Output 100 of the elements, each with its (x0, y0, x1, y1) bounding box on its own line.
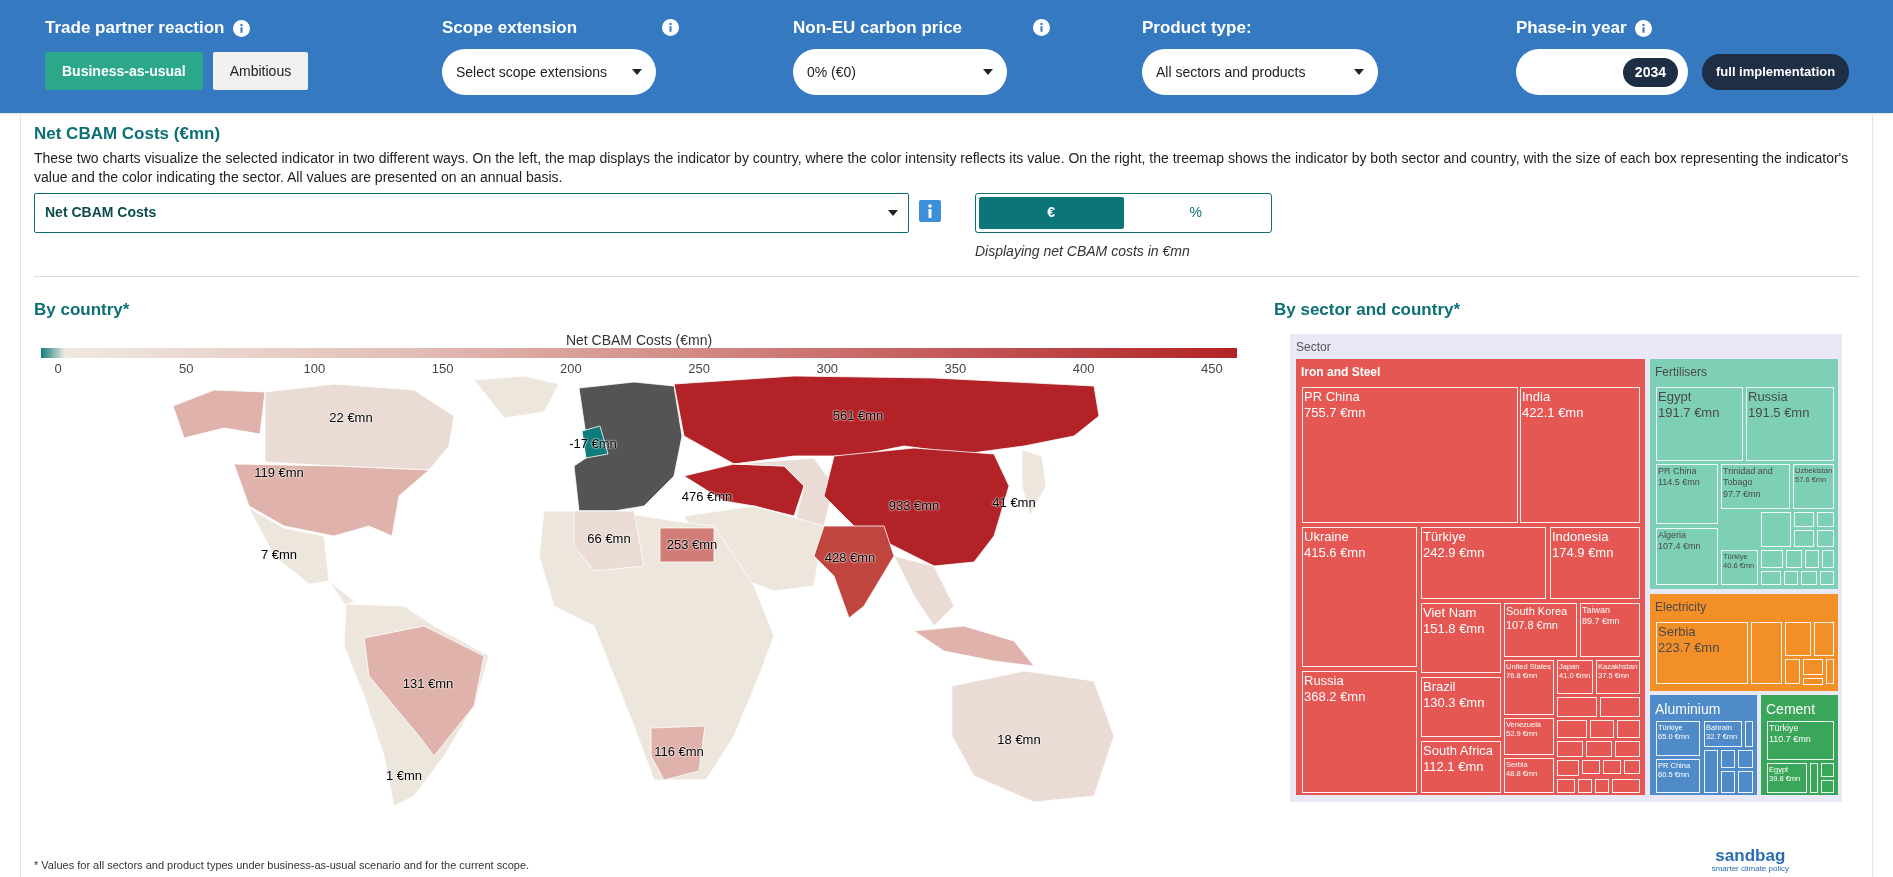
treemap-cell[interactable] (1785, 622, 1811, 656)
treemap-cell[interactable] (1814, 622, 1834, 656)
dropdown[interactable]: Select scope extensions (442, 49, 656, 95)
control-label: Scope extension (442, 17, 578, 40)
treemap-cell[interactable] (1803, 678, 1823, 685)
country-label: Russia (1748, 389, 1788, 406)
treemap-cell[interactable] (1586, 741, 1612, 757)
treemap-cell[interactable]: Türkiye 110.7 €mn (1767, 721, 1834, 760)
info-button[interactable] (919, 199, 941, 222)
treemap-cell[interactable] (1820, 571, 1834, 585)
country-label: Serbia (1658, 624, 1696, 641)
treemap-cell[interactable]: Russia 191.5 €mn (1746, 387, 1834, 461)
country-label: Algeria (1658, 530, 1686, 542)
full-implementation-button[interactable]: full implementation (1702, 54, 1850, 90)
treemap-cell[interactable]: South Korea 107.8 €mn (1504, 603, 1577, 657)
treemap-cell[interactable] (1817, 512, 1834, 527)
treemap-cell[interactable] (1557, 720, 1587, 738)
treemap-sector[interactable]: Electricity Serbia 223.7 €mn (1650, 594, 1838, 691)
treemap-cell[interactable]: India 422.1 €mn (1520, 387, 1640, 523)
treemap-cell[interactable] (1821, 780, 1834, 793)
treemap-cell[interactable]: Türkiye 242.9 €mn (1421, 527, 1546, 599)
legend-tick: 100 (303, 360, 326, 378)
treemap-cell[interactable] (1784, 571, 1798, 585)
treemap-cell[interactable] (1615, 741, 1640, 757)
treemap-cell[interactable] (1557, 741, 1583, 757)
treemap-cell[interactable] (1761, 550, 1783, 568)
treemap-cell[interactable] (1704, 750, 1718, 793)
treemap-cell[interactable]: Taiwan 89.7 €mn (1580, 603, 1640, 657)
treemap-cell[interactable] (1805, 550, 1819, 568)
logo-tagline: smarter climate policy (1711, 864, 1789, 873)
treemap-cell[interactable] (1803, 659, 1823, 675)
map-value-label: 116 €mn (654, 743, 704, 762)
treemap-cell[interactable] (1578, 779, 1592, 793)
info-icon[interactable] (1634, 19, 1652, 37)
info-icon[interactable] (662, 19, 679, 36)
treemap-cell[interactable]: PR China 755.7 €mn (1302, 387, 1518, 523)
treemap-cell[interactable] (1761, 512, 1791, 547)
treemap-cell[interactable] (1794, 512, 1814, 527)
treemap-cell[interactable]: Egypt 191.7 €mn (1656, 387, 1743, 461)
treemap-cell[interactable]: Viet Nam 151.8 €mn (1421, 603, 1501, 673)
treemap-cell[interactable] (1590, 720, 1614, 738)
treemap-cell[interactable]: Trinidad and Tobago 97.7 €mn (1721, 464, 1790, 509)
treemap-cell[interactable] (1822, 550, 1834, 568)
treemap-cell[interactable] (1751, 622, 1782, 684)
treemap-cell[interactable] (1557, 760, 1579, 776)
value-label: 107.4 €mn (1658, 541, 1701, 553)
treemap-cell[interactable] (1617, 720, 1640, 738)
legend-tick: 400 (1072, 360, 1095, 378)
treemap-cell[interactable] (1738, 771, 1753, 793)
indicator-dropdown[interactable]: Net CBAM Costs (34, 192, 909, 233)
treemap-cell[interactable] (1582, 760, 1600, 774)
treemap-cell[interactable] (1785, 659, 1800, 684)
treemap-cell[interactable] (1761, 571, 1781, 585)
treemap-cell[interactable]: Russia 368.2 €mn (1302, 671, 1417, 793)
year-field[interactable]: 2034 (1516, 49, 1688, 95)
treemap-cell[interactable]: PR China 114.5 €mn (1656, 464, 1718, 524)
map-value-label: 7 €mn (260, 546, 298, 565)
country-label: PR China (1658, 466, 1697, 478)
treemap-cell[interactable] (1557, 697, 1597, 717)
treemap-cell[interactable]: Indonesia 174.9 €mn (1550, 527, 1640, 599)
treemap-cell[interactable] (1612, 779, 1640, 793)
dropdown[interactable]: 0% (€0) (793, 49, 1007, 95)
treemap-cell[interactable] (1595, 779, 1609, 793)
treemap-sector[interactable] (1296, 359, 1645, 795)
treemap-cell[interactable] (1738, 750, 1753, 768)
scenario-toggle[interactable]: Business-as-usual (45, 52, 203, 90)
treemap-cell[interactable] (1817, 530, 1834, 547)
treemap-cell[interactable] (1603, 760, 1621, 774)
treemap-cell[interactable] (1826, 659, 1834, 684)
treemap-cell[interactable]: Ukraine 415.6 €mn (1302, 527, 1417, 667)
treemap-cell[interactable] (1721, 750, 1735, 768)
sector-label: Electricity (1655, 599, 1707, 616)
treemap-cell[interactable] (1721, 771, 1735, 793)
logo-wordmark: sandbag (1715, 848, 1786, 864)
value-label: 151.8 €mn (1423, 621, 1485, 638)
treemap-cell[interactable]: South Africa 112.1 €mn (1421, 741, 1501, 793)
treemap-cell[interactable] (1557, 779, 1575, 793)
info-icon[interactable] (1033, 19, 1050, 36)
treemap-cell[interactable] (1794, 530, 1814, 547)
treemap-cell[interactable] (1624, 760, 1640, 774)
chart-title: By country* (34, 298, 131, 321)
unit-option[interactable]: € (979, 196, 1124, 229)
country-label: South Africa (1423, 743, 1494, 760)
unit-option[interactable]: % (1123, 196, 1268, 229)
treemap-cell[interactable]: Brazil 130.3 €mn (1421, 677, 1501, 737)
value-label: 97.7 €mn (1723, 488, 1761, 500)
scenario-toggle[interactable]: Ambitious (212, 52, 309, 90)
treemap-cell[interactable] (1745, 721, 1753, 747)
info-icon[interactable] (232, 19, 250, 37)
treemap-cell[interactable]: Serbia 223.7 €mn (1656, 622, 1748, 684)
treemap-cell[interactable] (1600, 697, 1640, 717)
legend-tick: 350 (944, 360, 967, 378)
treemap-cell[interactable]: Algeria 107.4 €mn (1656, 528, 1718, 585)
treemap-cell[interactable] (1801, 571, 1817, 585)
treemap-cell[interactable] (1821, 763, 1834, 777)
dropdown[interactable]: All sectors and products (1142, 49, 1378, 95)
treemap-cell[interactable] (1786, 550, 1802, 568)
value-label: 755.7 €mn (1304, 405, 1366, 422)
treemap-cell[interactable] (1810, 763, 1818, 793)
value-label: 89.7 €mn (1582, 616, 1620, 628)
